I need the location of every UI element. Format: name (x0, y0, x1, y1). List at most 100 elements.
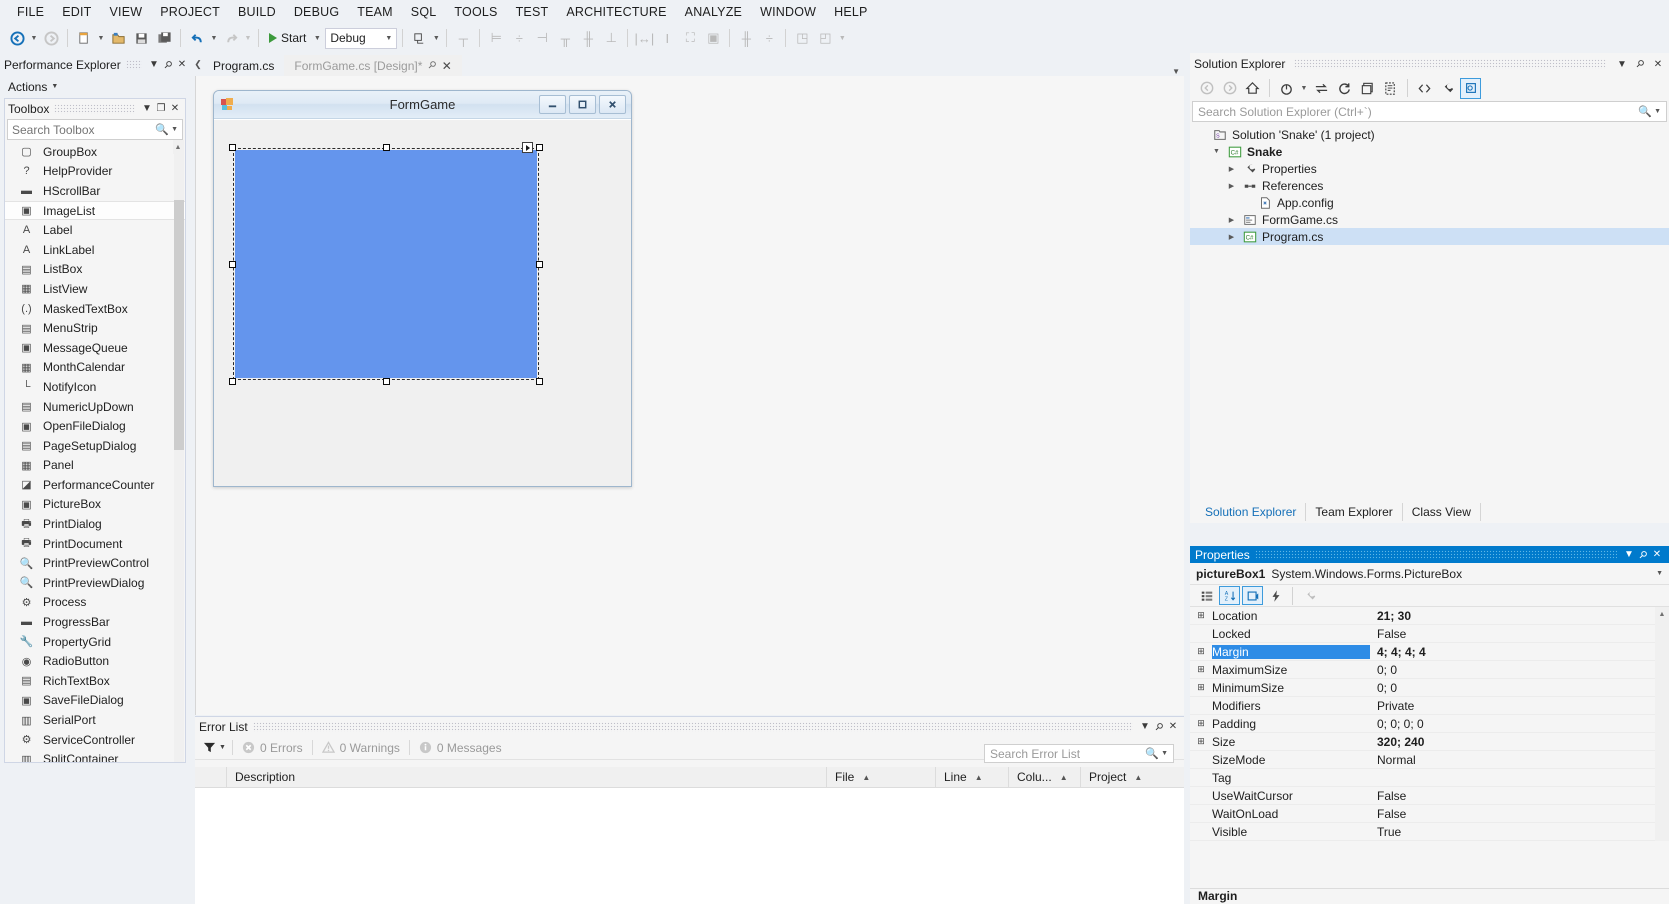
smart-tag-button[interactable] (522, 142, 533, 153)
toolbox-item-radiobutton[interactable]: ◉ RadioButton (5, 651, 185, 671)
form-client-area[interactable] (214, 119, 631, 486)
expander-collapsed-icon[interactable]: ▶ (1226, 216, 1237, 224)
toolbox-item-helpprovider[interactable]: ? HelpProvider (5, 162, 185, 182)
close-icon[interactable]: ✕ (1651, 56, 1665, 72)
chevron-down-icon[interactable]: ▼ (1299, 85, 1309, 92)
toolbox-item-label[interactable]: A Label (5, 220, 185, 240)
navigate-backward-dropdown-icon[interactable]: ▼ (29, 35, 39, 42)
toolbox-item-messagequeue[interactable]: ▣ MessageQueue (5, 338, 185, 358)
toolbox-item-printpreviewcontrol[interactable]: 🔍 PrintPreviewControl (5, 553, 185, 573)
column-file[interactable]: File ▲ (827, 766, 936, 788)
toolbox-item-splitcontainer[interactable]: ▥ SplitContainer (5, 749, 185, 762)
events-icon[interactable] (1265, 586, 1286, 605)
chevron-down-icon[interactable]: ▼ (1615, 56, 1629, 72)
expander-collapsed-icon[interactable]: ▶ (1226, 182, 1237, 190)
menu-item-edit[interactable]: EDIT (53, 2, 100, 22)
property-value[interactable]: 0; 0 (1370, 681, 1669, 695)
chevron-down-icon[interactable]: ▼ (171, 126, 178, 133)
toolbox-item-serialport[interactable]: ▥ SerialPort (5, 710, 185, 730)
property-row-tag[interactable]: Tag (1190, 769, 1669, 787)
tree-item-app-config[interactable]: App.config (1190, 194, 1669, 211)
undo-dropdown-icon[interactable]: ▼ (209, 35, 219, 42)
expand-plus-icon[interactable]: ⊞ (1190, 646, 1212, 657)
property-row-sizemode[interactable]: SizeMode Normal (1190, 751, 1669, 769)
expand-plus-icon[interactable]: ⊞ (1190, 610, 1212, 621)
resize-handle-top-center[interactable] (383, 144, 390, 151)
toolbox-item-openfiledialog[interactable]: ▣ OpenFileDialog (5, 416, 185, 436)
property-row-size[interactable]: ⊞ Size 320; 240 (1190, 733, 1669, 751)
toolbox-item-printdialog[interactable]: 🖶 PrintDialog (5, 514, 185, 534)
property-row-minimumsize[interactable]: ⊞ MinimumSize 0; 0 (1190, 679, 1669, 697)
design-form-window[interactable]: FormGame (213, 90, 632, 487)
toolbox-item-listbox[interactable]: ▤ ListBox (5, 260, 185, 280)
new-project-icon[interactable] (73, 27, 95, 49)
expander-collapsed-icon[interactable]: ▶ (1226, 165, 1237, 173)
chevron-down-icon[interactable]: ▼ (140, 101, 154, 117)
property-value[interactable]: False (1370, 807, 1669, 821)
toolbox-item-servicecontroller[interactable]: ⚙ ServiceController (5, 730, 185, 750)
collapse-all-icon[interactable] (1357, 78, 1378, 99)
properties-view-icon[interactable] (1242, 586, 1263, 605)
warnings-toggle[interactable]: 0 Warnings (319, 741, 403, 755)
resize-handle-bottom-left[interactable] (229, 378, 236, 385)
toolbox-item-menustrip[interactable]: ▤ MenuStrip (5, 318, 185, 338)
drag-grip[interactable] (125, 59, 142, 70)
resize-handle-middle-left[interactable] (229, 261, 236, 268)
pending-changes-icon[interactable] (1276, 78, 1297, 99)
menu-item-debug[interactable]: DEBUG (285, 2, 348, 22)
maximize-icon[interactable]: ❐ (154, 101, 168, 117)
property-row-location[interactable]: ⊞ Location 21; 30 (1190, 607, 1669, 625)
chevron-down-icon[interactable]: ▼ (1161, 750, 1168, 757)
tree-item-snake[interactable]: ▼ C# Snake (1190, 143, 1669, 160)
chevron-down-icon[interactable]: ▼ (1654, 108, 1661, 115)
toolbox-item-propertygrid[interactable]: 🔧 PropertyGrid (5, 632, 185, 652)
property-row-modifiers[interactable]: Modifiers Private (1190, 697, 1669, 715)
property-row-usewaitcursor[interactable]: UseWaitCursor False (1190, 787, 1669, 805)
tab-scroll-left-icon[interactable]: ❮ (193, 53, 203, 76)
toolbox-item-monthcalendar[interactable]: ▦ MonthCalendar (5, 358, 185, 378)
property-value[interactable]: 0; 0 (1370, 663, 1669, 677)
close-button[interactable] (599, 95, 626, 114)
preview-selected-items-icon[interactable] (1460, 77, 1481, 99)
property-value[interactable]: False (1370, 789, 1669, 803)
menu-item-tools[interactable]: TOOLS (445, 2, 506, 22)
panel-tab-solution-explorer[interactable]: Solution Explorer (1196, 503, 1307, 521)
panel-tab-team-explorer[interactable]: Team Explorer (1306, 503, 1403, 521)
expander-collapsed-icon[interactable]: ▶ (1226, 233, 1237, 241)
expand-plus-icon[interactable]: ⊞ (1190, 664, 1212, 675)
tab-order-icon[interactable] (408, 27, 430, 49)
property-value[interactable]: True (1370, 825, 1669, 839)
chevron-down-icon[interactable]: ▼ (219, 744, 226, 751)
performance-explorer-actions[interactable]: Actions ▼ (0, 76, 193, 97)
tab-program-cs[interactable]: Program.cs (203, 55, 285, 76)
filter-button[interactable]: ▼ (203, 741, 226, 754)
scroll-up-icon[interactable]: ▲ (1655, 607, 1669, 621)
tab-formgame-design[interactable]: FormGame.cs [Design]* ⚲ ✕ (284, 55, 462, 76)
pin-icon[interactable]: ⚲ (1629, 53, 1650, 74)
toolbox-item-numericupdown[interactable]: ▤ NumericUpDown (5, 397, 185, 417)
toolbox-item-hscrollbar[interactable]: ▬ HScrollBar (5, 181, 185, 201)
toolbox-item-list[interactable]: ▲ ▢ GroupBox? HelpProvider ▬ HScrollBar ▣ Imag… (5, 140, 185, 762)
expand-plus-icon[interactable]: ⊞ (1190, 682, 1212, 693)
property-row-waitonload[interactable]: WaitOnLoad False (1190, 805, 1669, 823)
resize-handle-middle-right[interactable] (536, 261, 543, 268)
minimize-button[interactable] (539, 95, 566, 114)
toolbox-item-linklabel[interactable]: A LinkLabel (5, 240, 185, 260)
alphabetical-icon[interactable]: AZ (1219, 586, 1240, 605)
pin-icon[interactable]: ⚲ (426, 59, 439, 72)
start-dropdown-icon[interactable]: ▼ (312, 35, 322, 42)
solution-tree[interactable]: S Solution 'Snake' (1 project) ▼ C# Snake ▶ Pr… (1190, 122, 1669, 245)
column-project[interactable]: Project ▲ (1081, 767, 1150, 788)
property-value[interactable]: 21; 30 (1370, 609, 1669, 623)
expand-plus-icon[interactable]: ⊞ (1190, 718, 1212, 729)
start-debug-button[interactable]: Start (264, 27, 311, 49)
toolbox-item-groupbox[interactable]: ▢ GroupBox (5, 142, 185, 162)
toolbar-overflow-icon[interactable]: ▼ (431, 35, 441, 42)
column-line[interactable]: Line ▲ (936, 766, 1009, 788)
search-icon[interactable]: 🔍 (155, 123, 169, 136)
undo-icon[interactable] (186, 27, 208, 49)
property-value[interactable]: Private (1370, 699, 1669, 713)
menu-item-analyze[interactable]: ANALYZE (676, 2, 751, 22)
column-icon[interactable] (195, 766, 227, 788)
toolbox-item-printpreviewdialog[interactable]: 🔍 PrintPreviewDialog (5, 573, 185, 593)
